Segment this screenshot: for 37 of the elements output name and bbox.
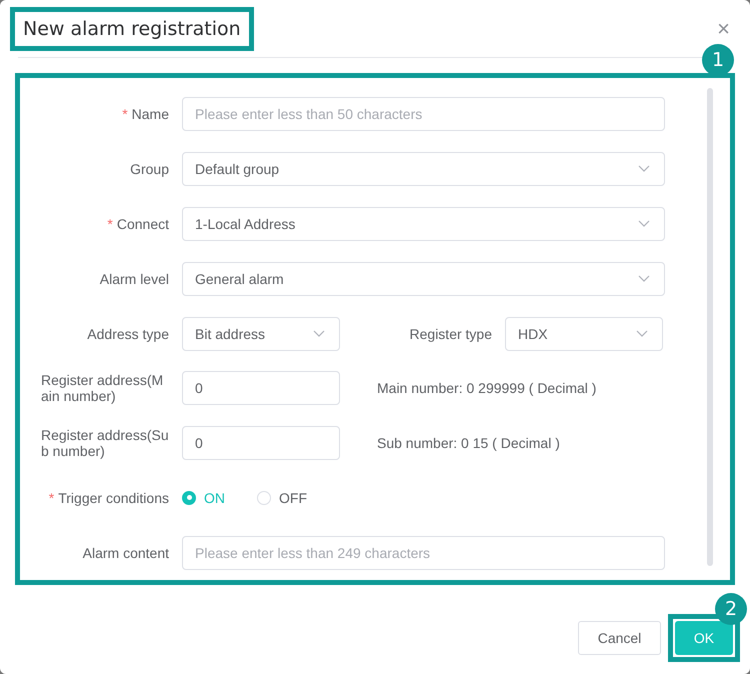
chevron-down-icon — [638, 274, 650, 283]
required-mark: * — [107, 216, 113, 232]
chevron-down-icon — [638, 165, 650, 174]
input-field[interactable]: 0 — [182, 426, 340, 460]
field-label: Alarm level — [100, 270, 169, 287]
input-field[interactable]: Please enter less than 50 characters — [182, 97, 665, 132]
dialog-title: New alarm registration — [10, 6, 254, 50]
field-label: Register type — [408, 326, 493, 342]
field-label: Group — [130, 161, 169, 178]
chevron-down-icon — [313, 330, 325, 338]
close-button[interactable]: × — [715, 16, 732, 42]
input-field[interactable]: 0 — [182, 371, 340, 406]
input-field[interactable]: Please enter less than 249 characters — [182, 536, 665, 570]
field-label: Connect — [116, 216, 169, 232]
field-label: Address type — [87, 326, 169, 342]
select-field[interactable]: Default group — [182, 152, 665, 186]
range-hint: Sub number: 0 15 ( Decimal ) — [377, 435, 560, 452]
cancel-button[interactable]: Cancel — [578, 621, 661, 655]
select-field[interactable]: HDX — [505, 316, 663, 351]
callout-badge: 2 — [715, 593, 747, 625]
field-label: Alarm content — [82, 544, 169, 561]
select-field[interactable]: 1-Local Address — [182, 206, 665, 241]
radio-button[interactable] — [182, 490, 196, 505]
scrollbar[interactable] — [707, 88, 713, 566]
chevron-down-icon — [638, 220, 650, 228]
field-label: Name — [132, 106, 169, 122]
radio-label[interactable]: OFF — [279, 490, 307, 506]
callout-badge: 1 — [702, 44, 734, 76]
required-mark: * — [122, 106, 128, 122]
chevron-down-icon — [636, 330, 648, 338]
field-label: Register address(Sub number) — [41, 427, 169, 460]
select-field[interactable]: General alarm — [182, 262, 665, 296]
required-mark: * — [48, 490, 54, 506]
range-hint: Main number: 0 299999 ( Decimal ) — [377, 380, 596, 396]
field-label: Register address(Main number) — [41, 372, 164, 404]
select-field[interactable]: Bit address — [182, 316, 340, 351]
field-label: Trigger conditions — [58, 490, 169, 506]
